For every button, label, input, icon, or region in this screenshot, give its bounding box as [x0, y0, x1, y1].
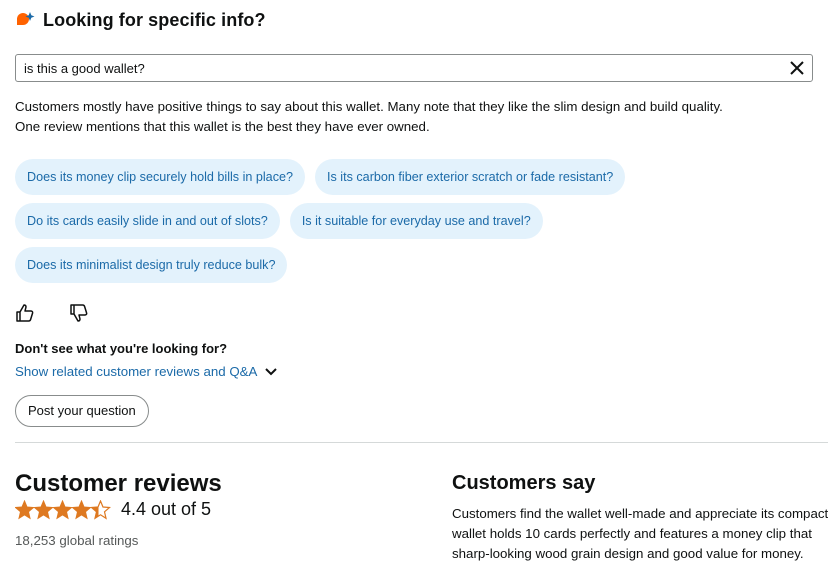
section-divider: [15, 442, 828, 443]
ai-answer: Customers mostly have positive things to…: [15, 97, 815, 137]
customers-say-summary: Customers find the wallet well-made and …: [452, 504, 828, 564]
thumbs-down-icon[interactable]: [69, 303, 89, 323]
rating-summary[interactable]: 4.4 out of 5: [15, 499, 211, 520]
customers-say-title: Customers say: [452, 472, 596, 494]
question-input-value[interactable]: is this a good wallet?: [24, 61, 782, 76]
suggestion-chip[interactable]: Is its carbon fiber exterior scratch or …: [315, 159, 626, 195]
feedback-buttons: [15, 303, 89, 323]
suggested-questions: Does its money clip securely hold bills …: [15, 159, 815, 291]
suggestion-chip[interactable]: Does its minimalist design truly reduce …: [15, 247, 288, 283]
dont-see-heading: Don't see what you're looking for?: [15, 341, 228, 356]
global-ratings-count: 18,253 global ratings: [15, 533, 139, 548]
show-related-link[interactable]: Show related customer reviews and Q&A: [15, 364, 278, 379]
show-related-label[interactable]: Show related customer reviews and Q&A: [15, 364, 257, 379]
ai-sparkle-chat-icon: [17, 11, 35, 25]
answer-line: Customers mostly have positive things to…: [15, 99, 723, 114]
answer-line: One review mentions that this wallet is …: [15, 119, 430, 134]
summary-line: sharp-looking wood grain design and good…: [452, 546, 804, 561]
suggestion-chip[interactable]: Is it suitable for everyday use and trav…: [289, 203, 543, 239]
close-icon: [790, 61, 804, 75]
thumbs-up-icon[interactable]: [15, 303, 35, 323]
star-rating-icon[interactable]: [15, 499, 111, 520]
rating-text: 4.4 out of 5: [121, 499, 212, 519]
question-input[interactable]: is this a good wallet?: [15, 54, 813, 82]
chevron-down-icon[interactable]: [264, 367, 278, 377]
suggestion-chip[interactable]: Does its money clip securely hold bills …: [15, 159, 305, 195]
summary-line: wallet holds 10 cards perfectly and feat…: [452, 526, 812, 541]
clear-button[interactable]: [782, 54, 812, 82]
suggestion-chip[interactable]: Do its cards easily slide in and out of …: [15, 203, 280, 239]
summary-line: Customers find the wallet well-made and …: [452, 506, 828, 521]
customer-reviews-title: Customer reviews: [15, 470, 222, 497]
post-question-button[interactable]: Post your question: [15, 395, 149, 427]
qa-header: Looking for specific info?: [15, 10, 266, 31]
qa-title: Looking for specific info?: [43, 10, 266, 30]
